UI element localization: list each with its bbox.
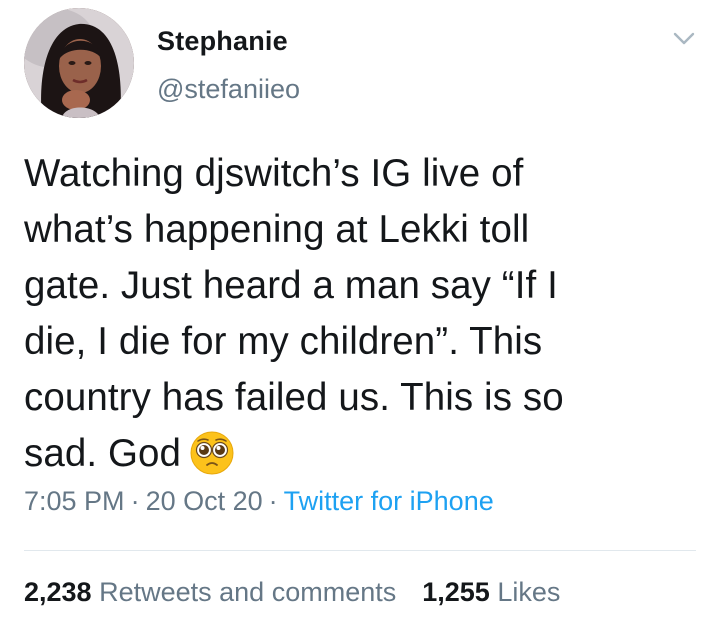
retweets-stat[interactable]: 2,238 Retweets and comments: [24, 577, 396, 607]
tweet-text-last-line: sad. God: [24, 426, 704, 482]
likes-count: 1,255: [422, 577, 490, 607]
likes-label: Likes: [497, 577, 561, 607]
tweet-text-line: country has failed us. This is so: [24, 376, 564, 419]
separator: ·: [268, 486, 278, 516]
user-handle[interactable]: @stefaniieo: [157, 74, 300, 105]
pleading-face-emoji-icon: [189, 430, 235, 476]
display-name[interactable]: Stephanie: [157, 26, 288, 57]
chevron-down-icon[interactable]: [670, 26, 698, 50]
tweet-text-line: gate. Just heard a man say “If I: [24, 264, 558, 307]
tweet-text: Watching djswitch’s IG live of what’s ha…: [24, 146, 704, 482]
tweet-text-line: what’s happening at Lekki toll: [24, 208, 530, 251]
tweet-text-line: Watching djswitch’s IG live of: [24, 152, 524, 195]
likes-stat[interactable]: 1,255 Likes: [422, 577, 560, 607]
tweet-metadata: 7:05 PM · 20 Oct 20 · Twitter for iPhone: [24, 486, 494, 517]
tweet-stats: 2,238 Retweets and comments 1,255 Likes: [24, 577, 560, 608]
tweet-source-link[interactable]: Twitter for iPhone: [284, 486, 494, 516]
tweet-time[interactable]: 7:05 PM: [24, 486, 125, 516]
tweet-card: Stephanie @stefaniieo Watching djswitch’…: [0, 0, 720, 633]
retweets-count: 2,238: [24, 577, 92, 607]
retweets-label: Retweets and comments: [99, 577, 397, 607]
tweet-text-line: die, I die for my children”. This: [24, 320, 543, 363]
avatar[interactable]: [24, 8, 134, 118]
divider: [24, 550, 696, 551]
separator: ·: [130, 486, 140, 516]
tweet-text-line: sad. God: [24, 432, 182, 475]
avatar-image: [24, 8, 134, 118]
tweet-date[interactable]: 20 Oct 20: [146, 486, 263, 516]
